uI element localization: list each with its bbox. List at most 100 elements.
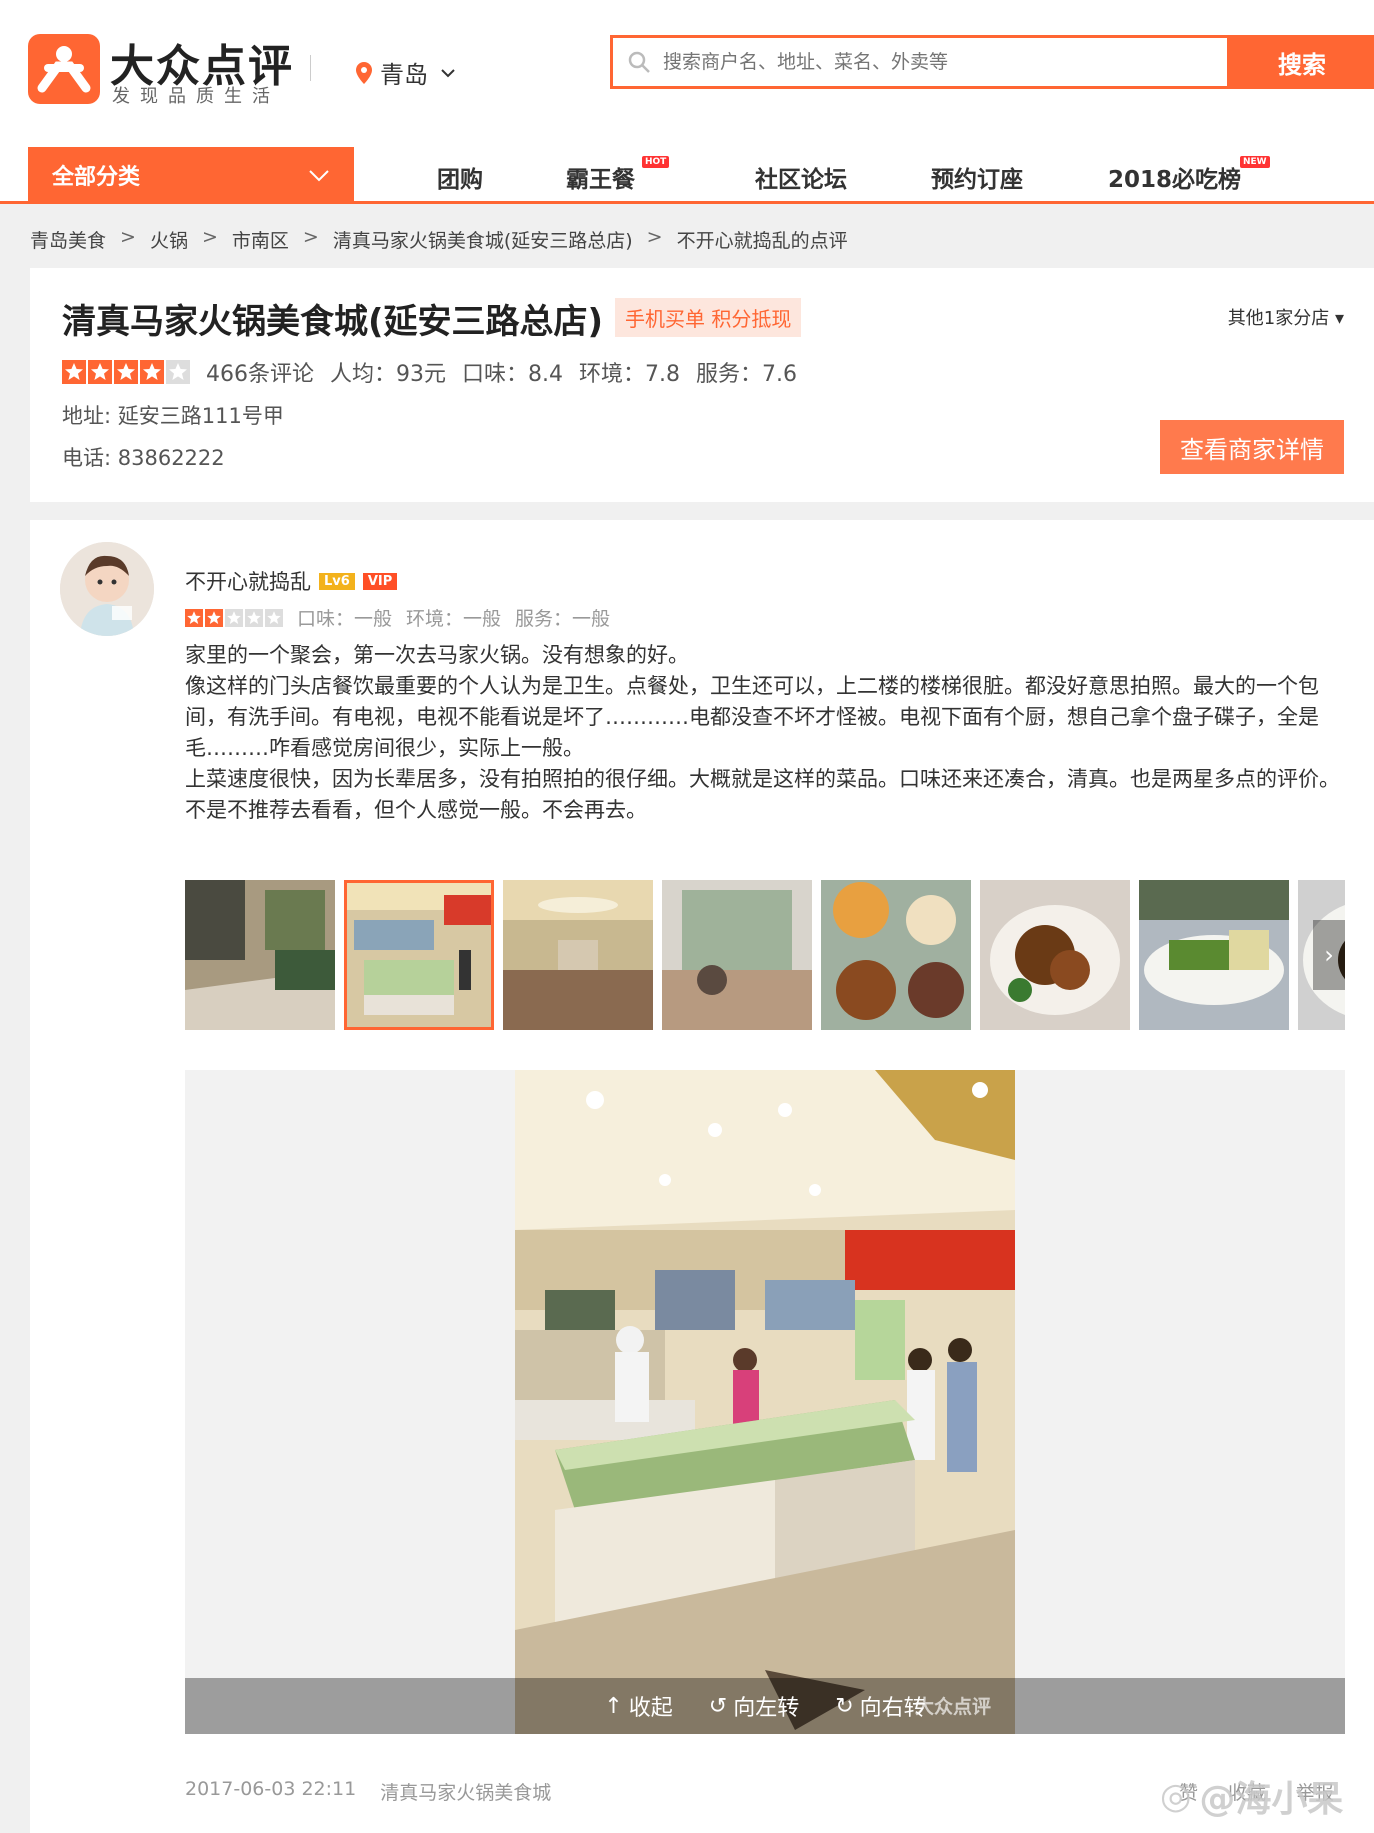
chevron-right-icon[interactable]: › (1313, 920, 1345, 990)
weibo-watermark: ◎ @海小呆 (1160, 1770, 1343, 1822)
photo-watermark: 大众点评 (915, 1696, 992, 1718)
nav-reservation[interactable]: 预约订座 (931, 160, 1023, 194)
photo-viewer: ↑ 收起 ↺ 向左转 ↻ 向右转 大众点评 (185, 1070, 1345, 1734)
star-empty-icon (245, 608, 263, 627)
city-selector[interactable]: 青岛 (356, 55, 456, 90)
star-filled-icon (140, 360, 164, 384)
level-badge: Lv6 (319, 572, 355, 590)
shop-info-card: 清真马家火锅美食城(延安三路总店) 手机买单 积分抵现 其他1家分店 ▾ 466… (30, 268, 1374, 502)
environment-rating: 环境：一般 (406, 608, 502, 630)
shop-address: 地址: 延安三路111号甲 (62, 404, 284, 428)
review-date: 2017-06-03 22:11 (185, 1778, 357, 1800)
taste-rating: 口味：一般 (297, 608, 393, 630)
view-shop-details-button[interactable]: 查看商家详情 (1160, 420, 1344, 474)
breadcrumb: 青岛美食 > 火锅 > 市南区 > 清真马家火锅美食城(延安三路总店) > 不开… (30, 226, 848, 253)
star-empty-icon (265, 608, 283, 627)
logo-icon[interactable] (28, 34, 100, 104)
hot-badge: HOT (642, 156, 670, 168)
search-icon (628, 51, 650, 73)
review-paragraph: 上菜速度很快，因为长辈居多，没有拍照拍的很仔细。大概就是这样的菜品。口味还来还凑… (185, 767, 1340, 791)
service-score: 服务：7.6 (696, 362, 797, 387)
star-empty-icon (225, 608, 243, 627)
star-rating (185, 608, 283, 627)
logo-slogan: 发现品质生活 (112, 86, 280, 107)
rotate-left-button[interactable]: ↺ 向左转 (709, 1690, 799, 1722)
caret-down-icon: ▾ (1334, 308, 1344, 329)
reviewer-name[interactable]: 不开心就捣乱 Lv6 VIP (185, 566, 398, 596)
shop-rating-row: 466条评论 人均：93元 口味：8.4 环境：7.8 服务：7.6 (62, 356, 797, 388)
shop-name: 清真马家火锅美食城(延安三路总店) (62, 302, 604, 342)
search-input[interactable] (663, 46, 1213, 78)
nav-forum[interactable]: 社区论坛 (755, 160, 847, 194)
review-paragraph: 不是不推荐去看看，但个人感觉一般。不会再去。 (185, 798, 647, 822)
breadcrumb-item[interactable]: 市南区 (232, 226, 289, 253)
star-rating (62, 360, 190, 384)
breadcrumb-item[interactable]: 清真马家火锅美食城(延安三路总店) (333, 226, 633, 253)
search-button[interactable]: 搜索 (1230, 35, 1374, 89)
breadcrumb-item[interactable]: 火锅 (150, 226, 188, 253)
review-rating-row: 口味：一般 环境：一般 服务：一般 (185, 604, 610, 631)
new-badge: NEW (1240, 156, 1270, 168)
star-filled-icon (205, 608, 223, 627)
nav-label: 2018必吃榜 (1108, 167, 1242, 193)
photo-thumbnail[interactable] (185, 880, 335, 1030)
enlarged-photo[interactable] (515, 1070, 1015, 1734)
breadcrumb-separator: > (646, 226, 663, 248)
branches-label: 其他1家分店 (1227, 308, 1330, 329)
search-box (610, 35, 1230, 89)
nav-must-eat[interactable]: 2018必吃榜 NEW (1108, 156, 1270, 194)
review-paragraph: 像这样的门头店餐饮最重要的个人认为是卫生。点餐处，卫生还可以，上二楼的楼梯很脏。… (185, 674, 1319, 760)
photo-thumbnail-selected[interactable] (344, 880, 494, 1030)
breadcrumb-current: 不开心就捣乱的点评 (676, 230, 848, 252)
review-paragraph: 家里的一个聚会，第一次去马家火锅。没有想象的好。 (185, 643, 689, 667)
promo-tag[interactable]: 手机买单 积分抵现 (615, 298, 802, 337)
divider (310, 55, 311, 81)
weibo-icon: ◎ (1160, 1775, 1192, 1817)
breadcrumb-separator: > (302, 226, 319, 248)
photo-thumbnail[interactable] (980, 880, 1130, 1030)
review-card: 不开心就捣乱 Lv6 VIP 口味：一般 环境：一般 服务：一般 家里的一个聚会… (30, 520, 1374, 1833)
photo-thumbnail[interactable] (503, 880, 653, 1030)
site-header: 大众点评 发现品质生活 青岛 搜索 全部分类 团购 霸王餐 HOT 社区论坛 预… (0, 0, 1374, 204)
photo-thumbnail[interactable] (662, 880, 812, 1030)
all-categories-label: 全部分类 (52, 165, 141, 190)
review-shop-link[interactable]: 清真马家火锅美食城 (380, 1778, 551, 1805)
breadcrumb-separator: > (201, 226, 218, 248)
rotate-right-button[interactable]: ↻ 向右转 (835, 1690, 925, 1722)
chevron-down-icon (309, 170, 329, 182)
review-body: 家里的一个聚会，第一次去马家火锅。没有想象的好。 像这样的门头店餐饮最重要的个人… (185, 640, 1345, 826)
breadcrumb-separator: > (120, 226, 136, 248)
environment-score: 环境：7.8 (579, 362, 680, 387)
all-categories-menu[interactable]: 全部分类 (28, 147, 354, 203)
breadcrumb-item[interactable]: 青岛美食 (30, 226, 106, 253)
review-count[interactable]: 466条评论 (206, 356, 314, 388)
star-filled-icon (88, 360, 112, 384)
rotate-left-label: 向左转 (733, 1696, 800, 1721)
nav-bawangcan[interactable]: 霸王餐 HOT (566, 156, 670, 194)
nav-label: 霸王餐 (566, 167, 635, 193)
service-rating: 服务：一般 (515, 608, 611, 630)
rotate-left-icon: ↺ (708, 1693, 728, 1719)
chevron-down-icon (441, 68, 455, 77)
rotate-right-icon: ↻ (835, 1693, 854, 1719)
photo-thumbnails (185, 880, 1345, 1030)
nav-tuangou[interactable]: 团购 (437, 160, 483, 194)
other-branches-dropdown[interactable]: 其他1家分店 ▾ (1228, 304, 1344, 330)
avg-price: 人均：93元 (330, 362, 446, 387)
star-empty-icon (166, 360, 190, 384)
review-meta: 2017-06-03 22:11 清真马家火锅美食城 (185, 1778, 551, 1805)
photo-thumbnail[interactable] (821, 880, 971, 1030)
vip-badge: VIP (362, 572, 398, 590)
taste-score: 口味：8.4 (462, 362, 563, 387)
photo-viewer-toolbar: ↑ 收起 ↺ 向左转 ↻ 向右转 (185, 1678, 1345, 1734)
city-name: 青岛 (380, 61, 428, 89)
photo-thumbnail[interactable] (1139, 880, 1289, 1030)
reviewer-name-text: 不开心就捣乱 (185, 570, 311, 594)
star-filled-icon (62, 360, 86, 384)
avatar[interactable] (60, 542, 154, 636)
collapse-button[interactable]: ↑ 收起 (604, 1690, 672, 1722)
arrow-up-icon: ↑ (604, 1693, 623, 1719)
star-filled-icon (114, 360, 138, 384)
weibo-watermark-text: @海小呆 (1199, 1779, 1344, 1820)
star-filled-icon (185, 608, 203, 627)
